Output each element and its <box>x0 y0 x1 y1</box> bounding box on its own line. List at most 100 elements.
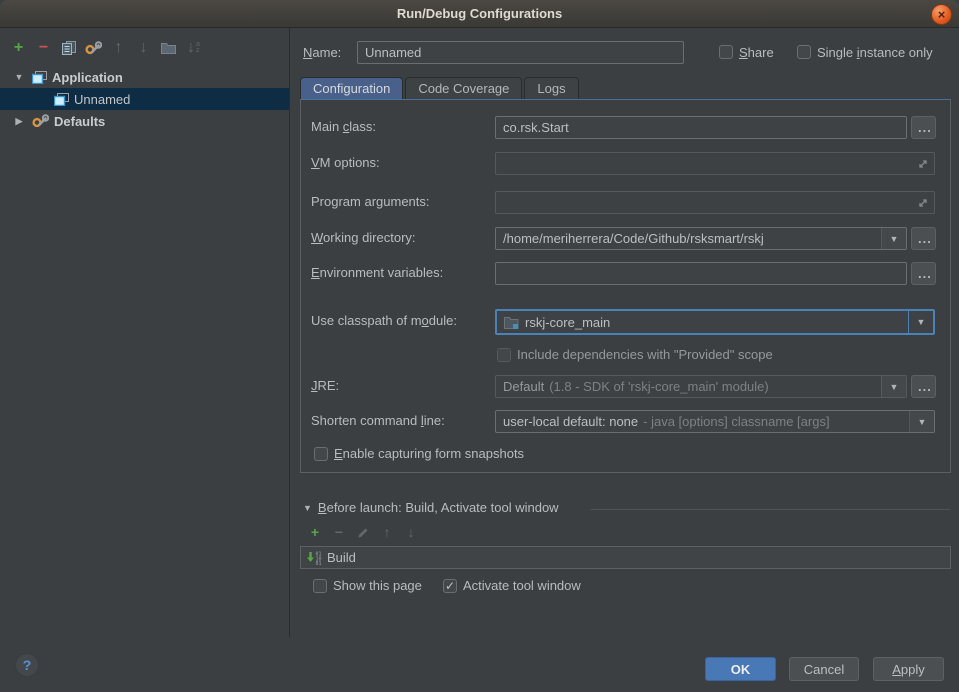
move-task-up-button[interactable]: ↑ <box>375 524 399 540</box>
pencil-icon <box>357 526 370 539</box>
tab-logs[interactable]: Logs <box>524 77 578 99</box>
use-classpath-combobox[interactable]: rskj-core_main ▼ <box>495 309 935 335</box>
copy-icon <box>62 41 76 55</box>
apply-button[interactable]: Apply <box>873 657 944 681</box>
dropdown-arrow-icon[interactable]: ▼ <box>881 376 906 397</box>
help-icon: ? <box>23 657 32 673</box>
chevron-down-icon[interactable]: ▼ <box>12 72 26 82</box>
configurations-sidebar: + − ↑ ↓ <box>0 28 290 637</box>
ok-button[interactable]: OK <box>705 657 776 681</box>
tree-node-label: Application <box>52 70 123 85</box>
main-class-input[interactable]: co.rsk.Start <box>495 116 907 139</box>
sort-az-icon: az <box>196 42 200 54</box>
folder-icon <box>161 42 176 54</box>
arrow-up-icon: ↑ <box>384 525 391 539</box>
create-folder-button[interactable] <box>156 39 181 57</box>
tree-node-defaults[interactable]: ▶ Defaults <box>0 110 289 132</box>
wrench-gear-icon <box>32 114 49 129</box>
close-icon: × <box>938 8 946 21</box>
help-button[interactable]: ? <box>15 653 39 677</box>
sort-configurations-button[interactable]: ↓ az <box>181 39 206 57</box>
tree-node-label: Defaults <box>54 114 105 129</box>
chevron-down-icon[interactable]: ▼ <box>303 503 312 513</box>
activate-tool-window-checkbox[interactable]: ✓ <box>443 579 457 593</box>
shorten-command-line-label: Shorten command line: <box>311 413 445 428</box>
move-down-button[interactable]: ↓ <box>131 39 156 57</box>
minus-icon: − <box>39 40 48 56</box>
expand-field-icon[interactable] <box>917 197 929 209</box>
before-launch-header[interactable]: ▼ Before launch: Build, Activate tool wi… <box>303 500 559 515</box>
enable-snapshots-label[interactable]: Enable capturing form snapshots <box>334 446 524 461</box>
tree-node-label: Unnamed <box>74 92 130 107</box>
dropdown-arrow-icon[interactable]: ▼ <box>908 311 933 333</box>
working-directory-label: Working directory: <box>311 230 416 245</box>
move-task-down-button[interactable]: ↓ <box>399 524 423 540</box>
expand-field-icon[interactable] <box>917 158 929 170</box>
remove-task-button[interactable]: − <box>327 524 351 540</box>
environment-variables-label: Environment variables: <box>311 265 443 280</box>
before-launch-toolbar: + − ↑ ↓ <box>303 524 423 540</box>
program-arguments-input[interactable] <box>495 191 935 214</box>
vm-options-input[interactable] <box>495 152 935 175</box>
program-arguments-label: Program arguments: <box>311 194 430 209</box>
edit-task-button[interactable] <box>351 524 375 540</box>
name-input[interactable]: Unnamed <box>357 41 684 64</box>
include-dependencies-checkbox[interactable] <box>497 348 511 362</box>
dropdown-arrow-icon[interactable]: ▼ <box>909 411 934 432</box>
jre-browse-button[interactable]: ... <box>911 375 936 398</box>
task-label: Build <box>327 550 356 565</box>
main-class-browse-button[interactable]: ... <box>911 116 936 139</box>
before-launch-task-row[interactable]: 01 10 01 Build <box>300 546 951 569</box>
titlebar[interactable]: Run/Debug Configurations × <box>0 0 959 28</box>
move-up-button[interactable]: ↑ <box>106 39 131 57</box>
ellipsis-icon: ... <box>918 271 932 276</box>
jre-combobox[interactable]: Default (1.8 - SDK of 'rskj-core_main' m… <box>495 375 907 398</box>
run-debug-configurations-dialog: Run/Debug Configurations × + − <box>0 0 959 692</box>
activate-tool-window-label[interactable]: Activate tool window <box>463 578 581 593</box>
chevron-right-icon[interactable]: ▶ <box>12 116 26 127</box>
ellipsis-icon: ... <box>918 236 932 241</box>
include-dependencies-label[interactable]: Include dependencies with "Provided" sco… <box>517 347 773 362</box>
ellipsis-icon: ... <box>918 125 932 130</box>
tree-node-application[interactable]: ▼ Application <box>0 66 289 88</box>
single-instance-checkbox[interactable] <box>797 45 811 59</box>
tab-bar: Configuration Code Coverage Logs <box>300 77 581 99</box>
add-configuration-button[interactable]: + <box>6 39 31 57</box>
share-label[interactable]: Share <box>739 45 774 60</box>
arrow-down-icon: ↓ <box>140 40 148 56</box>
configuration-tab-panel: Main class: co.rsk.Start ... VM options:… <box>300 99 951 473</box>
environment-variables-browse-button[interactable]: ... <box>911 262 936 285</box>
edit-defaults-button[interactable] <box>81 39 106 57</box>
plus-icon: + <box>14 40 23 56</box>
shorten-command-line-combobox[interactable]: user-local default: none - java [options… <box>495 410 935 433</box>
close-button[interactable]: × <box>931 4 952 25</box>
tree-node-unnamed[interactable]: Unnamed <box>0 88 289 110</box>
name-label: Name: <box>303 45 341 60</box>
tab-code-coverage[interactable]: Code Coverage <box>405 77 522 99</box>
minus-icon: − <box>335 525 343 539</box>
arrow-up-icon: ↑ <box>115 40 123 56</box>
tab-configuration[interactable]: Configuration <box>300 77 403 99</box>
dropdown-arrow-icon[interactable]: ▼ <box>881 228 906 249</box>
single-instance-label[interactable]: Single instance only <box>817 45 933 60</box>
remove-configuration-button[interactable]: − <box>31 39 56 57</box>
separator-line <box>591 509 950 510</box>
working-directory-browse-button[interactable]: ... <box>911 227 936 250</box>
ellipsis-icon: ... <box>918 384 932 389</box>
working-directory-combobox[interactable]: /home/meriherrera/Code/Github/rsksmart/r… <box>495 227 907 250</box>
copy-configuration-button[interactable] <box>56 39 81 57</box>
name-value: Unnamed <box>365 45 421 60</box>
wrench-gear-icon <box>85 41 102 56</box>
arrow-down-icon: ↓ <box>408 525 415 539</box>
svg-text:01: 01 <box>316 561 322 565</box>
enable-snapshots-checkbox[interactable] <box>314 447 328 461</box>
add-task-button[interactable]: + <box>303 524 327 540</box>
environment-variables-input[interactable] <box>495 262 907 285</box>
show-this-page-checkbox[interactable] <box>313 579 327 593</box>
sidebar-toolbar: + − ↑ ↓ <box>0 28 289 57</box>
share-checkbox[interactable] <box>719 45 733 59</box>
sort-arrow-icon: ↓ <box>187 40 195 56</box>
dialog-title: Run/Debug Configurations <box>397 6 562 21</box>
show-this-page-label[interactable]: Show this page <box>333 578 422 593</box>
cancel-button[interactable]: Cancel <box>789 657 859 681</box>
